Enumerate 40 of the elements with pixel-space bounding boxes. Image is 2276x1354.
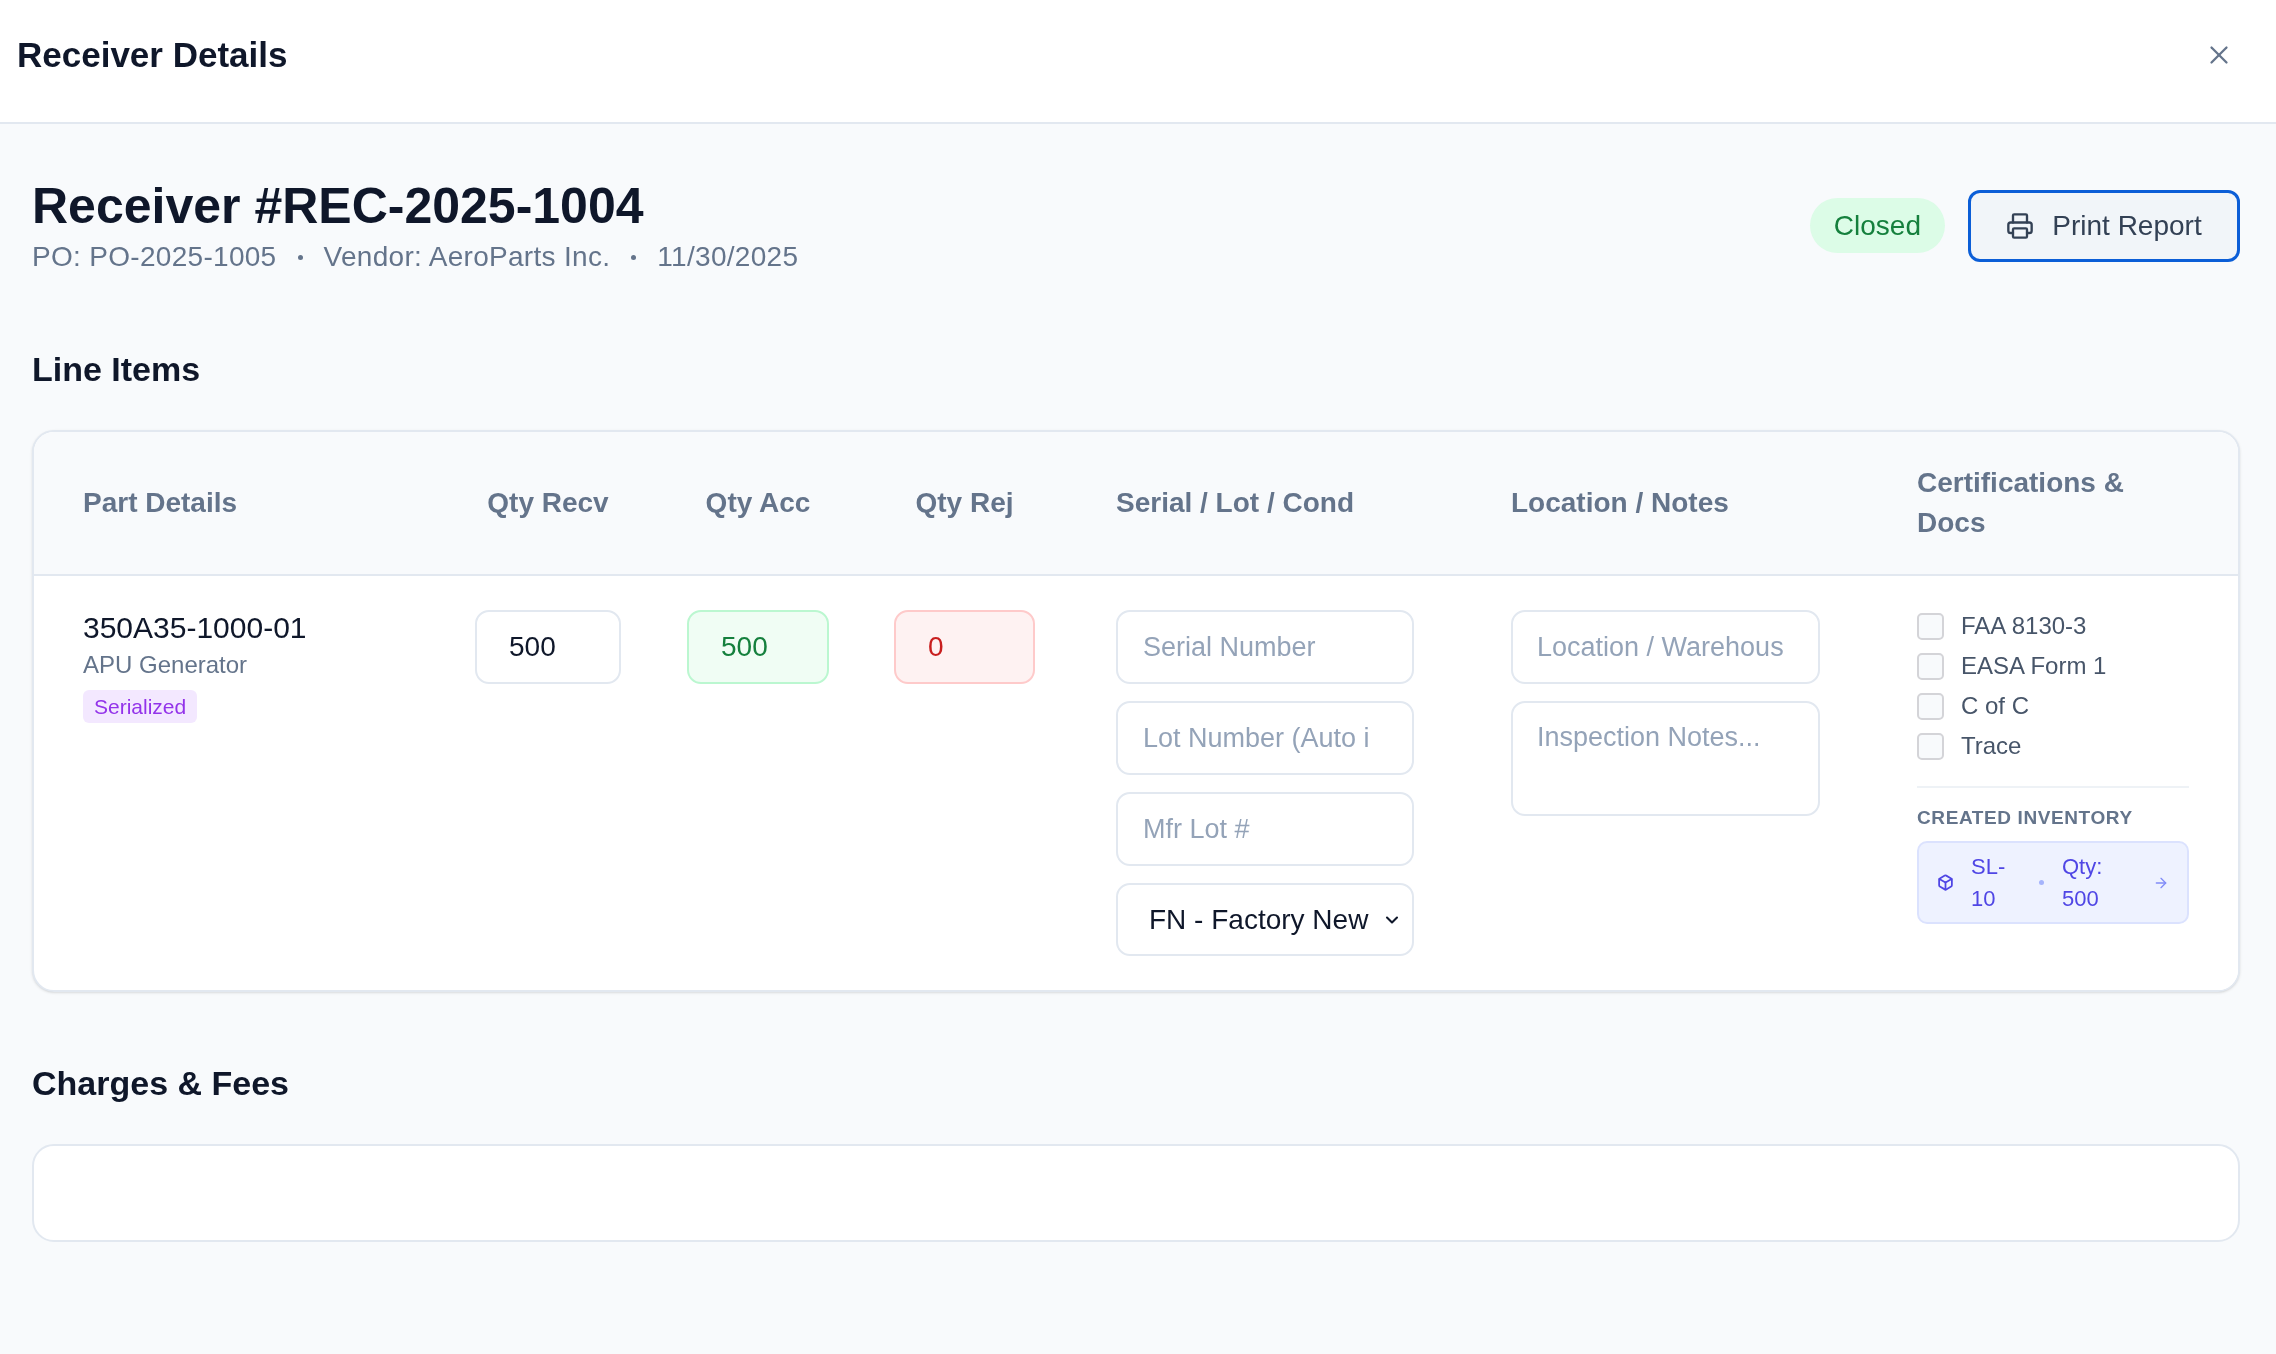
receiver-meta: PO: PO-2025-1005	[32, 240, 277, 274]
text-input[interactable]: Lot Number (Auto i	[1116, 701, 1414, 775]
section-heading: Charges & Fees	[32, 1063, 289, 1103]
type-tag: Serialized	[83, 690, 198, 723]
status-badge: Closed	[1809, 198, 1945, 253]
part-number: 350A35-1000-01	[83, 610, 307, 646]
print-report-button[interactable]: Print Report	[1968, 189, 2240, 262]
dialog-title: Receiver Details	[17, 35, 288, 75]
checkbox-label: C of C	[1961, 691, 2029, 721]
checkbox[interactable]	[1917, 612, 1944, 640]
column-header: Qty Rej	[914, 486, 1015, 520]
column-header: Qty Recv	[486, 486, 610, 520]
checkbox-label: Trace	[1961, 731, 2022, 761]
text-input[interactable]: Mfr Lot #	[1116, 792, 1414, 866]
section-heading: Line Items	[32, 349, 201, 389]
column-header: Serial / Lot / Cond	[1116, 486, 1355, 520]
quantity-input[interactable]: 500	[687, 610, 829, 684]
part-description: APU Generator	[83, 650, 248, 680]
notes-textarea[interactable]: Inspection Notes...	[1511, 701, 1820, 816]
inventory-link[interactable]: SL-10 Qty: 500	[1917, 841, 2189, 924]
condition-select[interactable]: FN - Factory New	[1116, 883, 1414, 956]
checkbox[interactable]	[1917, 652, 1944, 680]
column-header: Qty Acc	[704, 486, 812, 520]
receiver-meta: Vendor: AeroParts Inc.	[323, 240, 611, 274]
receiver-meta: 11/30/2025	[657, 240, 799, 274]
section-label: CREATED INVENTORY	[1917, 806, 2134, 830]
quantity-input[interactable]: 500	[475, 610, 621, 684]
column-header: Location / Notes	[1511, 486, 1730, 520]
text-input[interactable]: Serial Number	[1116, 610, 1414, 684]
cube-icon	[1937, 874, 1954, 891]
receiver-title: Receiver #REC-2025-1004	[32, 177, 644, 235]
checkbox-label: FAA 8130-3	[1961, 611, 2087, 641]
quantity-input[interactable]: 0	[894, 610, 1035, 684]
checkbox-label: EASA Form 1	[1961, 651, 2107, 681]
checkbox[interactable]	[1917, 692, 1944, 720]
checkbox[interactable]	[1917, 732, 1944, 760]
printer-icon	[2006, 211, 2035, 240]
column-header: Certifications & Docs	[1917, 466, 2125, 540]
column-header: Part Details	[83, 486, 239, 520]
location-input[interactable]: Location / Warehous	[1511, 610, 1820, 684]
